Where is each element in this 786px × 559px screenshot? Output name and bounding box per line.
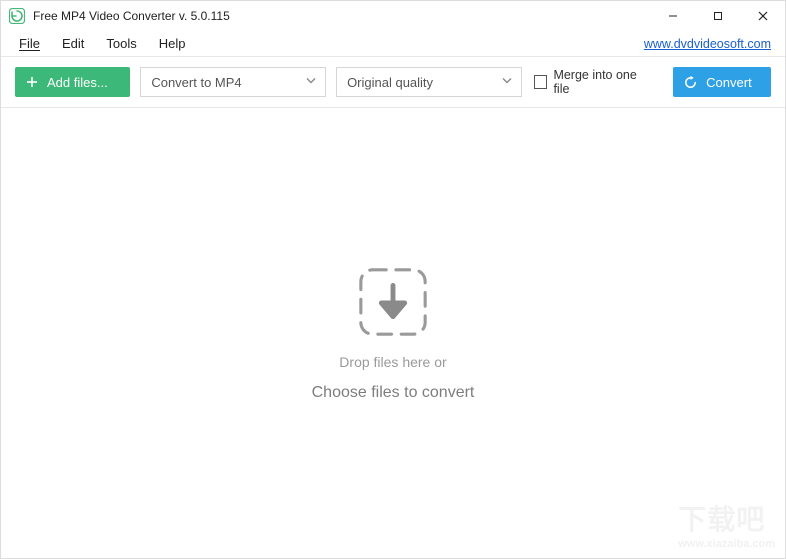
chevron-down-icon — [305, 75, 317, 90]
app-logo-icon — [9, 8, 25, 24]
merge-checkbox-label: Merge into one file — [553, 68, 653, 96]
site-link[interactable]: www.dvdvideosoft.com — [644, 37, 775, 51]
menu-help[interactable]: Help — [151, 33, 200, 54]
minimize-button[interactable] — [650, 1, 695, 31]
refresh-icon — [683, 75, 698, 90]
plus-icon — [25, 75, 39, 89]
merge-checkbox[interactable]: Merge into one file — [534, 68, 653, 96]
format-dropdown-value: Convert to MP4 — [151, 75, 241, 90]
titlebar: Free MP4 Video Converter v. 5.0.115 — [1, 1, 785, 31]
watermark: 下载吧 www.xiazaiba.com — [678, 498, 775, 550]
drop-area[interactable]: Drop files here or Choose files to conve… — [1, 108, 785, 558]
window-controls — [650, 1, 785, 31]
menubar: File Edit Tools Help www.dvdvideosoft.co… — [1, 31, 785, 57]
add-files-label: Add files... — [47, 75, 108, 90]
menu-edit[interactable]: Edit — [54, 33, 98, 54]
checkbox-box-icon — [534, 75, 548, 89]
drop-target-icon — [355, 264, 431, 340]
menu-tools[interactable]: Tools — [98, 33, 150, 54]
chevron-down-icon — [501, 75, 513, 90]
quality-dropdown[interactable]: Original quality — [336, 67, 522, 97]
drop-hint-line2[interactable]: Choose files to convert — [312, 384, 475, 402]
window-title: Free MP4 Video Converter v. 5.0.115 — [33, 9, 230, 23]
quality-dropdown-value: Original quality — [347, 75, 433, 90]
add-files-button[interactable]: Add files... — [15, 67, 130, 97]
close-button[interactable] — [740, 1, 785, 31]
menu-file[interactable]: File — [11, 33, 54, 54]
drop-hint-line1: Drop files here or — [339, 354, 446, 370]
convert-label: Convert — [706, 75, 752, 90]
toolbar: Add files... Convert to MP4 Original qua… — [1, 57, 785, 108]
maximize-button[interactable] — [695, 1, 740, 31]
format-dropdown[interactable]: Convert to MP4 — [140, 67, 326, 97]
convert-button[interactable]: Convert — [673, 67, 771, 97]
